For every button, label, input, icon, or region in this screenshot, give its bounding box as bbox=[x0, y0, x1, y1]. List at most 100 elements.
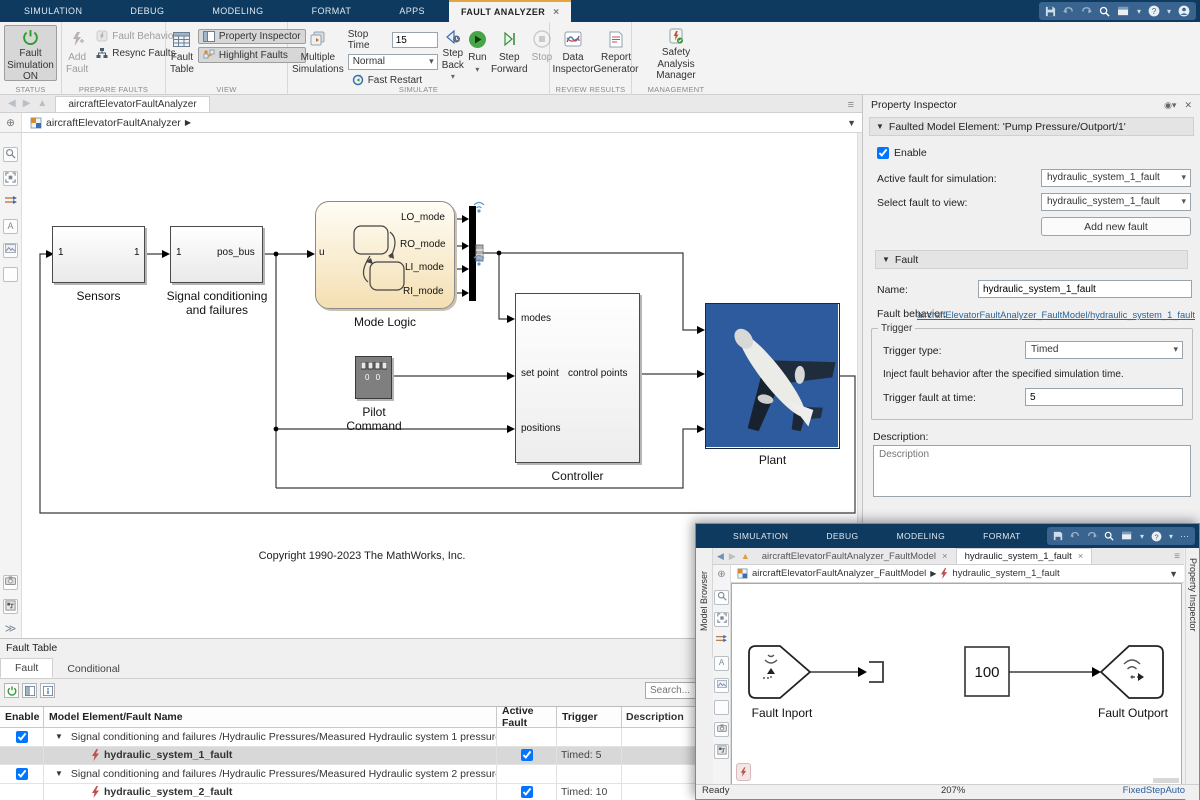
undo-icon[interactable] bbox=[1063, 6, 1074, 17]
enable-checkbox[interactable] bbox=[16, 768, 28, 780]
block-plant[interactable] bbox=[705, 303, 840, 449]
tab-menu-icon[interactable]: ≡ bbox=[848, 99, 854, 111]
active-fault-dropdown[interactable]: hydraulic_system_1_fault bbox=[1041, 169, 1191, 187]
help-dropdown-icon[interactable]: ▾ bbox=[1169, 532, 1173, 541]
help-icon[interactable]: ? bbox=[1151, 531, 1162, 542]
subsystem-badge-icon[interactable] bbox=[3, 599, 18, 614]
up-icon[interactable]: ▲ bbox=[37, 98, 47, 109]
area-box-icon[interactable] bbox=[3, 267, 18, 282]
fault-behavior-link[interactable]: aircraftElevatorFaultAnalyzer_FaultModel… bbox=[917, 310, 1195, 320]
redo-icon[interactable] bbox=[1087, 531, 1097, 541]
fit-to-view-icon[interactable] bbox=[714, 612, 729, 627]
image-annotation-icon[interactable] bbox=[3, 243, 18, 258]
hide-browser-icon[interactable]: ⊕ bbox=[0, 113, 22, 132]
report-generator-button[interactable]: ReportGenerator bbox=[596, 25, 636, 81]
close-tab-icon[interactable]: × bbox=[553, 7, 559, 18]
image-annotation-icon[interactable] bbox=[714, 678, 729, 693]
zoom-tool-icon[interactable] bbox=[714, 590, 729, 605]
layout-icon[interactable] bbox=[1121, 531, 1133, 541]
breadcrumb-dropdown-icon[interactable]: ▼ bbox=[1169, 569, 1178, 579]
description-textarea[interactable] bbox=[873, 445, 1191, 497]
run-button[interactable]: Run▾ bbox=[468, 25, 487, 81]
up-icon[interactable]: ▲ bbox=[741, 551, 750, 562]
multiple-simulations-button[interactable]: MultipleSimulations bbox=[292, 25, 344, 81]
fault-badge-icon[interactable] bbox=[736, 763, 751, 781]
annotation-icon[interactable]: A bbox=[3, 219, 18, 234]
fit-to-view-icon[interactable] bbox=[3, 171, 18, 186]
step-back-button[interactable]: StepBack ▾ bbox=[442, 25, 464, 81]
fault-name-input[interactable] bbox=[978, 280, 1192, 298]
save-icon[interactable] bbox=[1045, 6, 1056, 17]
section-fault[interactable]: ▼ Fault bbox=[875, 250, 1188, 269]
ov-doc-tab-fault[interactable]: hydraulic_system_1_fault× bbox=[956, 548, 1093, 564]
signal-routing-icon[interactable] bbox=[714, 634, 729, 649]
enable-checkbox[interactable] bbox=[16, 731, 28, 743]
expand-palette-icon[interactable]: ≫ bbox=[3, 623, 18, 638]
add-fault-button[interactable]: AddFault bbox=[66, 25, 88, 81]
stop-time-input[interactable] bbox=[392, 32, 438, 48]
block-sensors[interactable] bbox=[52, 226, 145, 283]
help-dropdown-icon[interactable]: ▾ bbox=[1167, 7, 1171, 16]
signal-routing-icon[interactable] bbox=[3, 195, 18, 210]
step-forward-button[interactable]: StepForward bbox=[491, 25, 528, 81]
trigger-time-input[interactable] bbox=[1025, 388, 1183, 406]
search-icon[interactable] bbox=[1099, 6, 1110, 17]
enable-checkbox[interactable] bbox=[877, 147, 889, 159]
undo-icon[interactable] bbox=[1070, 531, 1080, 541]
more-options-icon[interactable]: ⋯ bbox=[1180, 531, 1189, 542]
active-fault-checkbox[interactable] bbox=[521, 786, 533, 798]
tab-format[interactable]: FORMAT bbox=[288, 0, 376, 22]
trigger-type-dropdown[interactable]: Timed bbox=[1025, 341, 1183, 359]
breadcrumb-dropdown-icon[interactable]: ▼ bbox=[847, 118, 856, 128]
ov-breadcrumb[interactable]: aircraftElevatorFaultAnalyzer_FaultModel… bbox=[731, 565, 1184, 583]
tab-menu-icon[interactable]: ≡ bbox=[1174, 551, 1180, 562]
help-icon[interactable]: ? bbox=[1148, 5, 1160, 17]
pin-panel-icon[interactable]: ◉▾ bbox=[1164, 100, 1176, 111]
layout-icon[interactable] bbox=[1117, 6, 1130, 17]
col-model-element[interactable]: Model Element/Fault Name bbox=[44, 707, 497, 727]
fault-table-tab-fault[interactable]: Fault bbox=[0, 658, 53, 678]
breadcrumb[interactable]: aircraftElevatorFaultAnalyzer ▶ bbox=[22, 117, 191, 129]
add-new-fault-button[interactable]: Add new fault bbox=[1041, 217, 1191, 236]
subsystem-badge-icon[interactable] bbox=[714, 744, 729, 759]
tab-fault-analyzer[interactable]: FAULT ANALYZER× bbox=[449, 0, 572, 22]
ov-tab-simulation[interactable]: SIMULATION bbox=[714, 531, 807, 541]
screenshot-icon[interactable] bbox=[3, 575, 18, 590]
collapse-row-icon[interactable]: ▼ bbox=[55, 732, 63, 741]
model-browser-collapsed-tab[interactable]: Model Browser bbox=[696, 548, 713, 658]
forward-icon[interactable]: ▶ bbox=[729, 551, 736, 562]
layout-dropdown-icon[interactable]: ▾ bbox=[1137, 7, 1141, 16]
section-faulted-model-element[interactable]: ▼ Faulted Model Element: 'Pump Pressure/… bbox=[869, 117, 1194, 136]
ov-doc-tab-fault-model[interactable]: aircraftElevatorFaultAnalyzer_FaultModel… bbox=[754, 549, 956, 564]
forward-icon[interactable]: ▶ bbox=[23, 98, 31, 109]
block-pilot-command[interactable]: 0 0 bbox=[355, 356, 392, 399]
ov-canvas-scrollbar[interactable] bbox=[1153, 778, 1179, 783]
ov-tab-debug[interactable]: DEBUG bbox=[807, 531, 877, 541]
col-trigger[interactable]: Trigger bbox=[557, 707, 622, 727]
hide-browser-icon[interactable]: ⊕ bbox=[714, 568, 729, 583]
back-icon[interactable]: ◀ bbox=[717, 551, 724, 562]
fault-simulation-toggle[interactable]: Fault SimulationON bbox=[4, 25, 57, 81]
collapse-row-icon[interactable]: ▼ bbox=[55, 769, 63, 778]
close-tab-icon[interactable]: × bbox=[942, 551, 948, 562]
redo-icon[interactable] bbox=[1081, 6, 1092, 17]
sim-mode-dropdown[interactable]: Normal bbox=[348, 54, 438, 70]
col-active-fault[interactable]: Active Fault bbox=[497, 707, 557, 727]
tab-debug[interactable]: DEBUG bbox=[106, 0, 188, 22]
user-profile-icon[interactable] bbox=[1178, 5, 1190, 17]
fault-table-tab-conditional[interactable]: Conditional bbox=[53, 660, 134, 678]
active-fault-checkbox[interactable] bbox=[521, 749, 533, 761]
search-icon[interactable] bbox=[1104, 531, 1114, 541]
tab-apps[interactable]: APPS bbox=[375, 0, 449, 22]
zoom-tool-icon[interactable] bbox=[3, 147, 18, 162]
close-panel-icon[interactable]: ✕ bbox=[1184, 100, 1192, 111]
tab-modeling[interactable]: MODELING bbox=[188, 0, 287, 22]
enable-fault-simulation-icon[interactable] bbox=[4, 683, 19, 698]
ov-property-inspector-collapsed-tab[interactable]: Property Inspector bbox=[1185, 548, 1199, 800]
ov-tab-format[interactable]: FORMAT bbox=[964, 531, 1040, 541]
show-property-inspector-icon[interactable] bbox=[22, 683, 37, 698]
status-solver[interactable]: FixedStepAuto bbox=[1123, 785, 1185, 796]
back-icon[interactable]: ◀ bbox=[8, 98, 16, 109]
layout-dropdown-icon[interactable]: ▾ bbox=[1140, 532, 1144, 541]
annotation-icon[interactable]: A bbox=[714, 656, 729, 671]
